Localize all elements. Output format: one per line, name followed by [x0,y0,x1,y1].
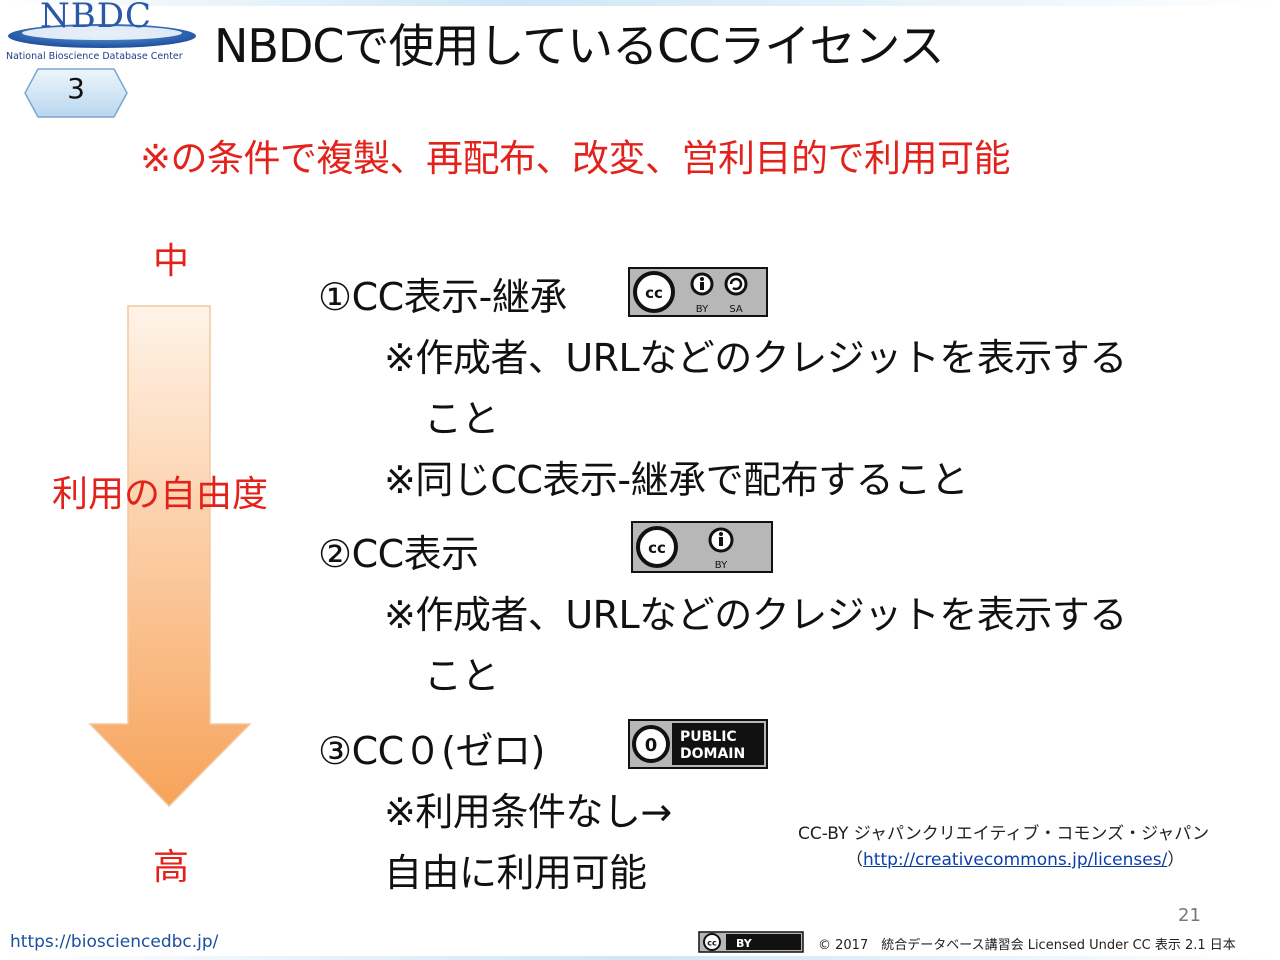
cc-by-sa-badge[interactable]: cc BY SA [628,267,768,317]
axis-middle-label: 利用の自由度 [52,474,269,515]
logo-wordmark: NBDC [40,0,153,36]
image-credit-line: CC-BY ジャパンクリエイティブ・コモンズ・ジャパン [798,824,1210,844]
license-by-sa-line-1: ※作成者、URLなどのクレジットを表示する [384,336,1127,380]
license-by-line-1: ※作成者、URLなどのクレジットを表示する [384,593,1127,637]
license-heading-by-sa: ①CC表示-継承 [318,275,567,319]
slide-title: NBDCで使用しているCCライセンス [214,19,944,73]
public-domain-badge[interactable]: 0 PUBLIC DOMAIN [628,719,768,769]
image-credit-link-line: （http://creativecommons.jp/licenses/） [846,845,1184,870]
license-heading-cc0: ③CC０(ゼロ) [318,729,545,773]
footer-copyright: © 2017 統合データベース講習会 Licensed Under CC 表示 … [818,938,1236,953]
license-cc0-line-2: 自由に利用可能 [384,851,647,895]
badge-sa-text: SA [729,304,743,315]
svg-text:cc: cc [645,284,663,302]
badge-public-text: PUBLIC [680,729,737,745]
share-alike-icon [724,272,748,296]
svg-text:cc: cc [648,539,666,557]
cc-by-badge[interactable]: cc BY [631,521,773,573]
footer-cc-by-badge[interactable]: cc BY [698,931,804,953]
license-heading-by: ②CC表示 [318,532,479,576]
license-by-sa-line-3: ※同じCC表示-継承で配布すること [384,458,969,502]
svg-text:cc: cc [707,939,717,948]
axis-bottom-label: 高 [153,847,190,888]
slide-subtitle: ※の条件で複製、再配布、改変、営利目的で利用可能 [140,137,1011,180]
creativecommons-link[interactable]: http://creativecommons.jp/licenses/ [863,850,1167,870]
license-by-line-2: こと [424,654,500,698]
credit-open-paren: （ [846,850,863,870]
license-by-sa-line-2: こと [424,397,500,441]
svg-text:BY: BY [715,560,728,571]
bottom-accent-line [0,956,1280,960]
axis-top-label: 中 [153,241,190,282]
svg-text:0: 0 [645,735,658,756]
freedom-arrow [88,305,252,808]
footer-badge-text: BY [736,937,753,950]
badge-domain-text: DOMAIN [680,746,745,762]
license-cc0-line-1: ※利用条件なし→ [384,790,672,834]
credit-close-paren: ） [1167,850,1185,870]
footer-website-link[interactable]: https://biosciencedbc.jp/ [10,932,218,952]
badge-by-text: BY [696,304,709,315]
section-number: 3 [67,72,85,105]
page-number: 21 [1178,905,1201,926]
logo-subtitle: National Bioscience Database Center [6,51,183,62]
